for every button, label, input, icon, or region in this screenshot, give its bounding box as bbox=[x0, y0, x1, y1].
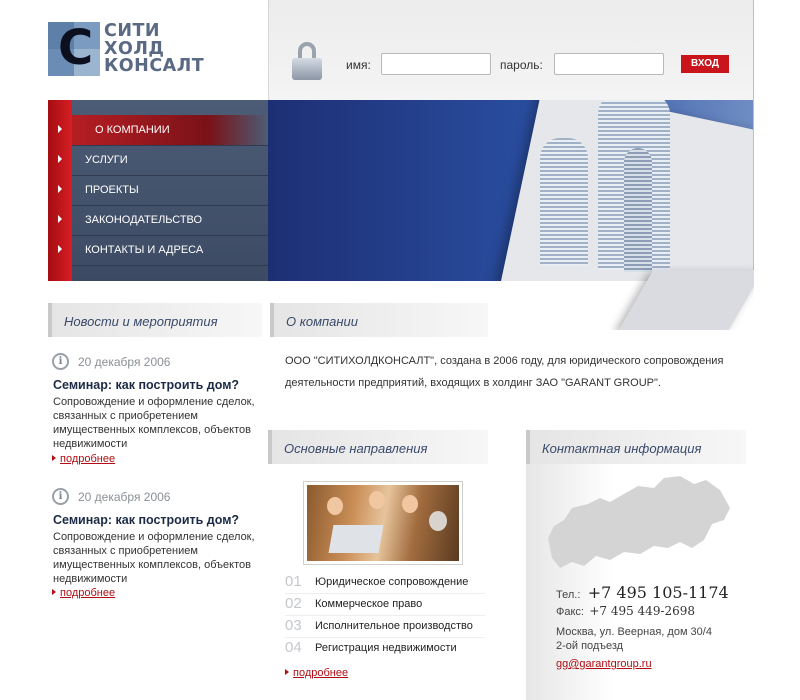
about-section-title: О компании bbox=[286, 314, 359, 329]
arrow-right-icon bbox=[58, 185, 62, 193]
direction-item[interactable]: 04 Регистрация недвижимости bbox=[285, 639, 495, 659]
contact-fax: Факс: +7 495 449-2698 bbox=[556, 604, 695, 618]
news-title[interactable]: Семинар: как построить дом? bbox=[53, 378, 239, 392]
news-section-header: Новости и мероприятия bbox=[48, 303, 262, 337]
arrow-right-icon bbox=[58, 245, 62, 253]
fax-number: +7 495 449-2698 bbox=[589, 604, 696, 618]
lock-icon bbox=[292, 42, 322, 80]
direction-number: 01 bbox=[285, 573, 302, 590]
arrow-right-icon bbox=[58, 155, 62, 163]
russia-map-icon bbox=[548, 476, 730, 568]
phone-label: Тел.: bbox=[556, 589, 581, 601]
nav-item-legislation[interactable]: ЗАКОНОДАТЕЛЬСТВО bbox=[48, 205, 268, 235]
nav-divider bbox=[72, 235, 268, 236]
login-bar bbox=[268, 0, 754, 100]
logo-line-1: СИТИ bbox=[104, 21, 161, 41]
nav-item-label: ЗАКОНОДАТЕЛЬСТВО bbox=[85, 214, 203, 226]
logo-letter: С bbox=[58, 20, 94, 76]
login-button[interactable]: ВХОД bbox=[681, 55, 729, 73]
nav-item-services[interactable]: УСЛУГИ bbox=[48, 145, 268, 175]
news-date: 20 декабря 2006 bbox=[78, 355, 171, 369]
arrow-right-icon bbox=[58, 215, 62, 223]
nav-divider bbox=[72, 145, 268, 146]
about-text: ООО "СИТИХОЛДКОНСАЛТ", создана в 2006 го… bbox=[285, 355, 724, 389]
address-line: Москва, ул. Веерная, дом 30/4 bbox=[556, 626, 712, 638]
phone-number[interactable]: +7 495 105-1174 bbox=[588, 583, 729, 602]
news-more-link[interactable]: подробнее bbox=[52, 453, 115, 465]
directions-more-link[interactable]: подробнее bbox=[285, 667, 348, 679]
nav-item-contacts[interactable]: КОНТАКТЫ И АДРЕСА bbox=[48, 235, 268, 265]
contacts-section-header: Контактная информация bbox=[526, 430, 746, 464]
directions-section-header: Основные направления bbox=[268, 430, 488, 464]
logo-mark: С bbox=[48, 20, 100, 76]
news-body: Сопровождение и оформление сделок, связа… bbox=[53, 531, 255, 585]
nav-item-label: УСЛУГИ bbox=[85, 154, 128, 166]
hero-banner bbox=[268, 100, 754, 281]
news-item: i 20 декабря 2006 Семинар: как построить… bbox=[48, 353, 258, 468]
direction-item[interactable]: 01 Юридическое сопровождение bbox=[285, 573, 495, 594]
main-nav: О КОМПАНИИ УСЛУГИ ПРОЕКТЫ ЗАКОНОДАТЕЛЬСТ… bbox=[58, 100, 268, 281]
password-input[interactable] bbox=[554, 53, 664, 75]
info-icon: i bbox=[52, 353, 69, 370]
news-title[interactable]: Семинар: как построить дом? bbox=[53, 513, 239, 527]
direction-number: 04 bbox=[285, 639, 302, 656]
direction-item[interactable]: 02 Коммерческое право bbox=[285, 595, 495, 616]
username-label: имя: bbox=[346, 58, 371, 72]
address-line: 2-ой подъезд bbox=[556, 640, 624, 652]
tower-illustration bbox=[624, 148, 652, 272]
nav-item-projects[interactable]: ПРОЕКТЫ bbox=[48, 175, 268, 205]
fax-label: Факс: bbox=[556, 606, 584, 618]
direction-item[interactable]: 03 Исполнительное производство bbox=[285, 617, 495, 638]
directions-section-title: Основные направления bbox=[284, 441, 428, 456]
direction-number: 03 bbox=[285, 617, 302, 634]
logo-line-3: КОНСАЛТ bbox=[104, 56, 205, 76]
direction-label: Регистрация недвижимости bbox=[315, 642, 457, 654]
team-photo bbox=[303, 481, 463, 565]
direction-label: Юридическое сопровождение bbox=[315, 576, 469, 588]
direction-number: 02 bbox=[285, 595, 302, 612]
username-input[interactable] bbox=[381, 53, 491, 75]
nav-divider bbox=[72, 205, 268, 206]
password-label: пароль: bbox=[500, 58, 543, 72]
about-section-header: О компании bbox=[270, 303, 488, 337]
news-date: 20 декабря 2006 bbox=[78, 490, 171, 504]
contact-phone: Тел.: +7 495 105-1174 bbox=[556, 583, 729, 602]
tower-illustration bbox=[540, 138, 588, 266]
news-more-link[interactable]: подробнее bbox=[52, 587, 115, 599]
nav-item-label: КОНТАКТЫ И АДРЕСА bbox=[85, 244, 204, 256]
nav-item-label: О КОМПАНИИ bbox=[95, 124, 170, 136]
logo-wordmark: СИТИ ХОЛД КОНСАЛТ bbox=[104, 21, 205, 76]
news-body: Сопровождение и оформление сделок, связа… bbox=[53, 396, 255, 450]
nav-item-label: ПРОЕКТЫ bbox=[85, 184, 139, 196]
news-item: i 20 декабря 2006 Семинар: как построить… bbox=[48, 488, 258, 603]
company-logo[interactable]: С СИТИ ХОЛД КОНСАЛТ bbox=[48, 20, 208, 78]
direction-label: Коммерческое право bbox=[315, 598, 423, 610]
nav-divider bbox=[72, 265, 268, 266]
nav-item-about[interactable]: О КОМПАНИИ bbox=[48, 115, 268, 145]
news-section-title: Новости и мероприятия bbox=[64, 314, 218, 329]
arrow-right-icon bbox=[58, 125, 62, 133]
contact-email-link[interactable]: gg@garantgroup.ru bbox=[556, 658, 652, 670]
nav-divider bbox=[72, 175, 268, 176]
info-icon: i bbox=[52, 488, 69, 505]
contacts-section-title: Контактная информация bbox=[542, 441, 702, 456]
direction-label: Исполнительное производство bbox=[315, 620, 473, 632]
contact-address: Москва, ул. Веерная, дом 30/4 2-ой подъе… bbox=[556, 625, 736, 653]
